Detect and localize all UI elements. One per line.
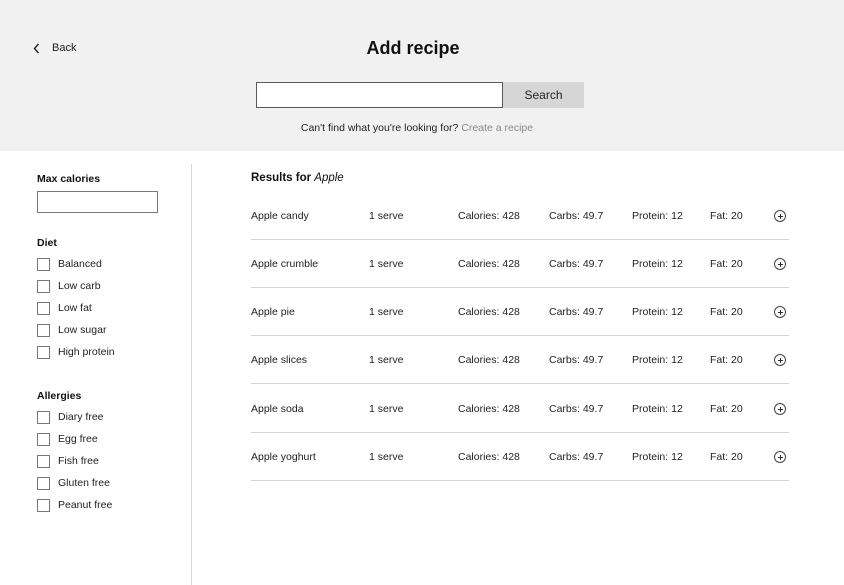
recipe-fat: Fat: 20 [710, 210, 743, 222]
recipe-protein: Protein: 12 [632, 210, 683, 222]
diet-option-low-carb[interactable]: Low carb [37, 279, 101, 293]
results-heading: Results for Apple [251, 172, 344, 184]
recipe-calories: Calories: 428 [458, 451, 520, 463]
checkbox[interactable] [37, 432, 50, 446]
recipe-serve: 1 serve [369, 451, 404, 463]
allergy-option-diary-free[interactable]: Diary free [37, 410, 104, 424]
result-row: Apple slices 1 serve Calories: 428 Carbs… [251, 336, 789, 384]
recipe-protein: Protein: 12 [632, 306, 683, 318]
recipe-carbs: Carbs: 49.7 [549, 451, 604, 463]
diet-option-low-fat[interactable]: Low fat [37, 301, 92, 315]
recipe-fat: Fat: 20 [710, 354, 743, 366]
recipe-serve: 1 serve [369, 258, 404, 270]
recipe-fat: Fat: 20 [710, 306, 743, 318]
allergy-option-peanut-free[interactable]: Peanut free [37, 498, 112, 512]
results-query: Apple [314, 172, 344, 184]
recipe-protein: Protein: 12 [632, 451, 683, 463]
recipe-calories: Calories: 428 [458, 354, 520, 366]
checkbox-label: Peanut free [58, 499, 113, 511]
recipe-carbs: Carbs: 49.7 [549, 306, 604, 318]
add-recipe-plus-icon[interactable] [774, 306, 786, 318]
result-row: Apple soda 1 serve Calories: 428 Carbs: … [251, 385, 789, 433]
checkbox-label: Low sugar [58, 324, 107, 336]
recipe-serve: 1 serve [369, 403, 404, 415]
recipe-calories: Calories: 428 [458, 403, 520, 415]
diet-option-balanced[interactable]: Balanced [37, 257, 102, 271]
add-recipe-plus-icon[interactable] [774, 451, 786, 463]
checkbox[interactable] [37, 498, 50, 512]
allergies-label: Allergies [37, 390, 82, 402]
header: Back Add recipe Search Can't find what y… [0, 0, 844, 151]
recipe-protein: Protein: 12 [632, 403, 683, 415]
checkbox[interactable] [37, 345, 50, 359]
recipe-serve: 1 serve [369, 354, 404, 366]
add-recipe-plus-icon[interactable] [774, 210, 786, 222]
checkbox-label: Egg free [58, 433, 98, 445]
recipe-fat: Fat: 20 [710, 258, 743, 270]
recipe-name: Apple pie [251, 306, 295, 318]
recipe-calories: Calories: 428 [458, 258, 520, 270]
diet-option-low-sugar[interactable]: Low sugar [37, 323, 106, 337]
recipe-fat: Fat: 20 [710, 451, 743, 463]
recipe-serve: 1 serve [369, 210, 404, 222]
recipe-name: Apple candy [251, 210, 309, 222]
checkbox[interactable] [37, 279, 50, 293]
checkbox-label: Low fat [58, 302, 92, 314]
allergy-option-gluten-free[interactable]: Gluten free [37, 476, 110, 490]
result-row: Apple candy 1 serve Calories: 428 Carbs:… [251, 192, 789, 240]
recipe-fat: Fat: 20 [710, 403, 743, 415]
result-row: Apple pie 1 serve Calories: 428 Carbs: 4… [251, 288, 789, 336]
checkbox-label: Balanced [58, 258, 102, 270]
search-button[interactable]: Search [503, 82, 584, 108]
recipe-serve: 1 serve [369, 306, 404, 318]
search-input[interactable] [256, 82, 503, 108]
add-recipe-plus-icon[interactable] [774, 258, 786, 270]
recipe-name: Apple soda [251, 403, 304, 415]
allergy-option-fish-free[interactable]: Fish free [37, 454, 99, 468]
recipe-protein: Protein: 12 [632, 354, 683, 366]
hint-text: Can't find what you're looking for? [300, 122, 459, 134]
allergy-option-egg-free[interactable]: Egg free [37, 432, 98, 446]
diet-option-high-protein[interactable]: High protein [37, 345, 115, 359]
checkbox[interactable] [37, 323, 50, 337]
results-prefix: Results for [251, 172, 312, 184]
create-recipe-hint: Can't find what you're looking for? Crea… [0, 122, 834, 134]
add-recipe-plus-icon[interactable] [774, 354, 786, 366]
recipe-protein: Protein: 12 [632, 258, 683, 270]
max-calories-input[interactable] [37, 191, 158, 213]
result-row: Apple crumble 1 serve Calories: 428 Carb… [251, 240, 789, 288]
recipe-name: Apple slices [251, 354, 308, 366]
add-recipe-plus-icon[interactable] [774, 403, 786, 415]
checkbox[interactable] [37, 410, 50, 424]
recipe-carbs: Carbs: 49.7 [549, 403, 604, 415]
checkbox-label: Fish free [58, 455, 99, 467]
sidebar-divider [191, 164, 192, 585]
result-row: Apple yoghurt 1 serve Calories: 428 Carb… [251, 433, 789, 481]
recipe-carbs: Carbs: 49.7 [549, 210, 604, 222]
checkbox[interactable] [37, 476, 50, 490]
recipe-calories: Calories: 428 [458, 210, 520, 222]
diet-label: Diet [37, 237, 57, 249]
recipe-carbs: Carbs: 49.7 [549, 354, 604, 366]
checkbox-label: High protein [58, 346, 115, 358]
create-recipe-link[interactable]: Create a recipe [461, 122, 533, 134]
recipe-carbs: Carbs: 49.7 [549, 258, 604, 270]
checkbox-label: Low carb [58, 280, 101, 292]
checkbox[interactable] [37, 301, 50, 315]
recipe-name: Apple yoghurt [251, 451, 316, 463]
checkbox-label: Diary free [58, 411, 104, 423]
checkbox[interactable] [37, 257, 50, 271]
recipe-calories: Calories: 428 [458, 306, 520, 318]
checkbox-label: Gluten free [58, 477, 110, 489]
recipe-name: Apple crumble [251, 258, 319, 270]
page-title: Add recipe [366, 38, 460, 58]
max-calories-label: Max calories [37, 173, 101, 185]
checkbox[interactable] [37, 454, 50, 468]
